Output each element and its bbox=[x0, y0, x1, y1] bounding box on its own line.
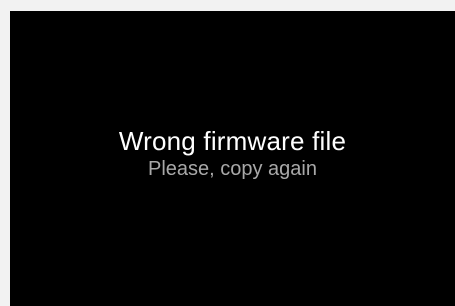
error-title: Wrong firmware file bbox=[118, 126, 347, 156]
error-subtitle: Please, copy again bbox=[147, 158, 317, 180]
error-message: Wrong firmware file Please, copy again bbox=[10, 125, 455, 181]
device-screen: Wrong firmware file Please, copy again bbox=[10, 11, 455, 306]
device-frame: Wrong firmware file Please, copy again bbox=[0, 0, 455, 306]
